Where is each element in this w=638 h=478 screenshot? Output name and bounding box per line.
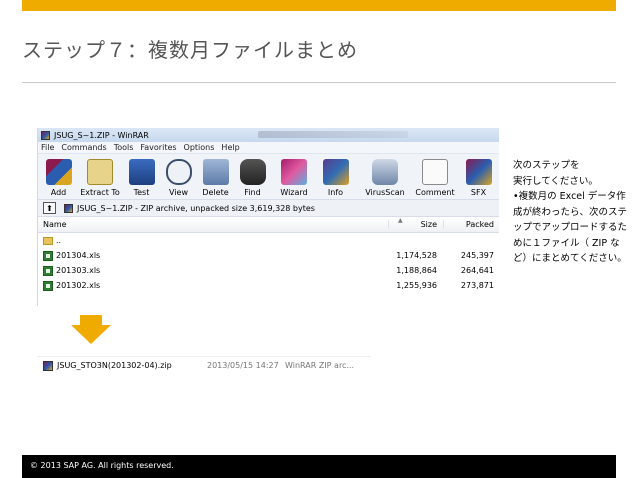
zip-archive-icon	[43, 360, 53, 371]
virusscan-button[interactable]: VirusScan	[360, 159, 410, 197]
delete-button[interactable]: Delete	[197, 159, 234, 197]
menu-file[interactable]: File	[41, 143, 54, 152]
slide-footer: © 2013 SAP AG. All rights reserved.	[22, 455, 616, 478]
copyright-text: © 2013 SAP AG. All rights reserved.	[30, 461, 174, 470]
list-item[interactable]: 201303.xls 1,188,864 264,641	[38, 263, 499, 278]
test-button[interactable]: Test	[123, 159, 160, 197]
blurred-taskbar-area	[258, 131, 408, 138]
extract-icon	[87, 159, 113, 185]
winrar-app-icon	[41, 130, 50, 140]
top-accent-bar	[22, 0, 616, 11]
excel-file-icon	[43, 265, 53, 276]
winrar-window: JSUG_S~1.ZIP - WinRAR File Commands Tool…	[37, 128, 499, 306]
sfx-button[interactable]: SFX	[460, 159, 497, 197]
virusscan-icon	[372, 159, 398, 185]
find-binoculars-icon	[239, 159, 266, 185]
column-size[interactable]: Size	[388, 220, 443, 229]
test-icon	[128, 159, 155, 185]
toolbar: Add Extract To Test View Delete Find Wiz…	[38, 154, 499, 200]
sort-arrow-icon: ▲	[398, 217, 403, 224]
add-button[interactable]: Add	[40, 159, 77, 197]
list-item[interactable]: 201304.xls 1,174,528 245,397	[38, 248, 499, 263]
window-title: JSUG_S~1.ZIP - WinRAR	[54, 130, 149, 140]
note-heading-1: 次のステップを	[513, 160, 580, 171]
excel-file-icon	[43, 280, 53, 291]
folder-icon	[43, 236, 53, 245]
menu-bar: File Commands Tools Favorites Options He…	[38, 142, 499, 154]
note-heading-2: 実行してください。	[513, 175, 598, 187]
list-item[interactable]: 201302.xls 1,255,936 273,871	[38, 278, 499, 293]
menu-help[interactable]: Help	[221, 143, 239, 152]
note-bullet: •複数月の Excel データ作成が終わったら、次のステップでアップロードするた…	[513, 191, 628, 264]
list-item-parent[interactable]: ..	[38, 233, 499, 248]
archive-path: JSUG_S~1.ZIP - ZIP archive, unpacked siz…	[77, 203, 315, 213]
zip-file-name: JSUG_STO3N(201302-04).zip	[57, 361, 172, 370]
view-button[interactable]: View	[160, 159, 197, 197]
excel-file-icon	[43, 250, 53, 261]
delete-icon	[202, 159, 229, 185]
slide-title: ステップ７：複数月ファイルまとめ	[22, 38, 358, 62]
zip-file-type: WinRAR ZIP arc...	[285, 361, 355, 370]
menu-favorites[interactable]: Favorites	[140, 143, 176, 152]
view-icon	[165, 159, 192, 185]
sfx-icon	[465, 159, 492, 185]
down-arrow-icon	[71, 315, 111, 344]
add-archive-icon	[45, 159, 72, 185]
up-folder-button[interactable]: ⬆	[43, 202, 56, 214]
address-bar: ⬆ JSUG_S~1.ZIP - ZIP archive, unpacked s…	[38, 200, 499, 217]
zip-file-date: 2013/05/15 14:27	[207, 361, 279, 370]
file-list-header: Name ▲ Size Packed	[38, 217, 499, 233]
window-titlebar[interactable]: JSUG_S~1.ZIP - WinRAR	[38, 128, 499, 142]
archive-icon	[64, 203, 73, 213]
result-zip-row[interactable]: JSUG_STO3N(201302-04).zip 2013/05/15 14:…	[37, 356, 371, 374]
instruction-note: 次のステップを 実行してください。 •複数月の Excel データ作成が終わった…	[513, 158, 628, 267]
wizard-button[interactable]: Wizard	[271, 159, 317, 197]
comment-button[interactable]: Comment	[410, 159, 460, 197]
comment-icon	[422, 159, 448, 185]
menu-commands[interactable]: Commands	[61, 143, 106, 152]
extract-to-button[interactable]: Extract To	[77, 159, 123, 197]
title-divider	[22, 82, 616, 83]
info-button[interactable]: Info	[317, 159, 354, 197]
find-button[interactable]: Find	[234, 159, 271, 197]
menu-tools[interactable]: Tools	[114, 143, 134, 152]
column-name[interactable]: Name	[38, 220, 388, 229]
column-packed[interactable]: Packed	[443, 220, 498, 229]
menu-options[interactable]: Options	[184, 143, 215, 152]
info-icon	[322, 159, 349, 185]
wizard-icon	[281, 159, 307, 185]
